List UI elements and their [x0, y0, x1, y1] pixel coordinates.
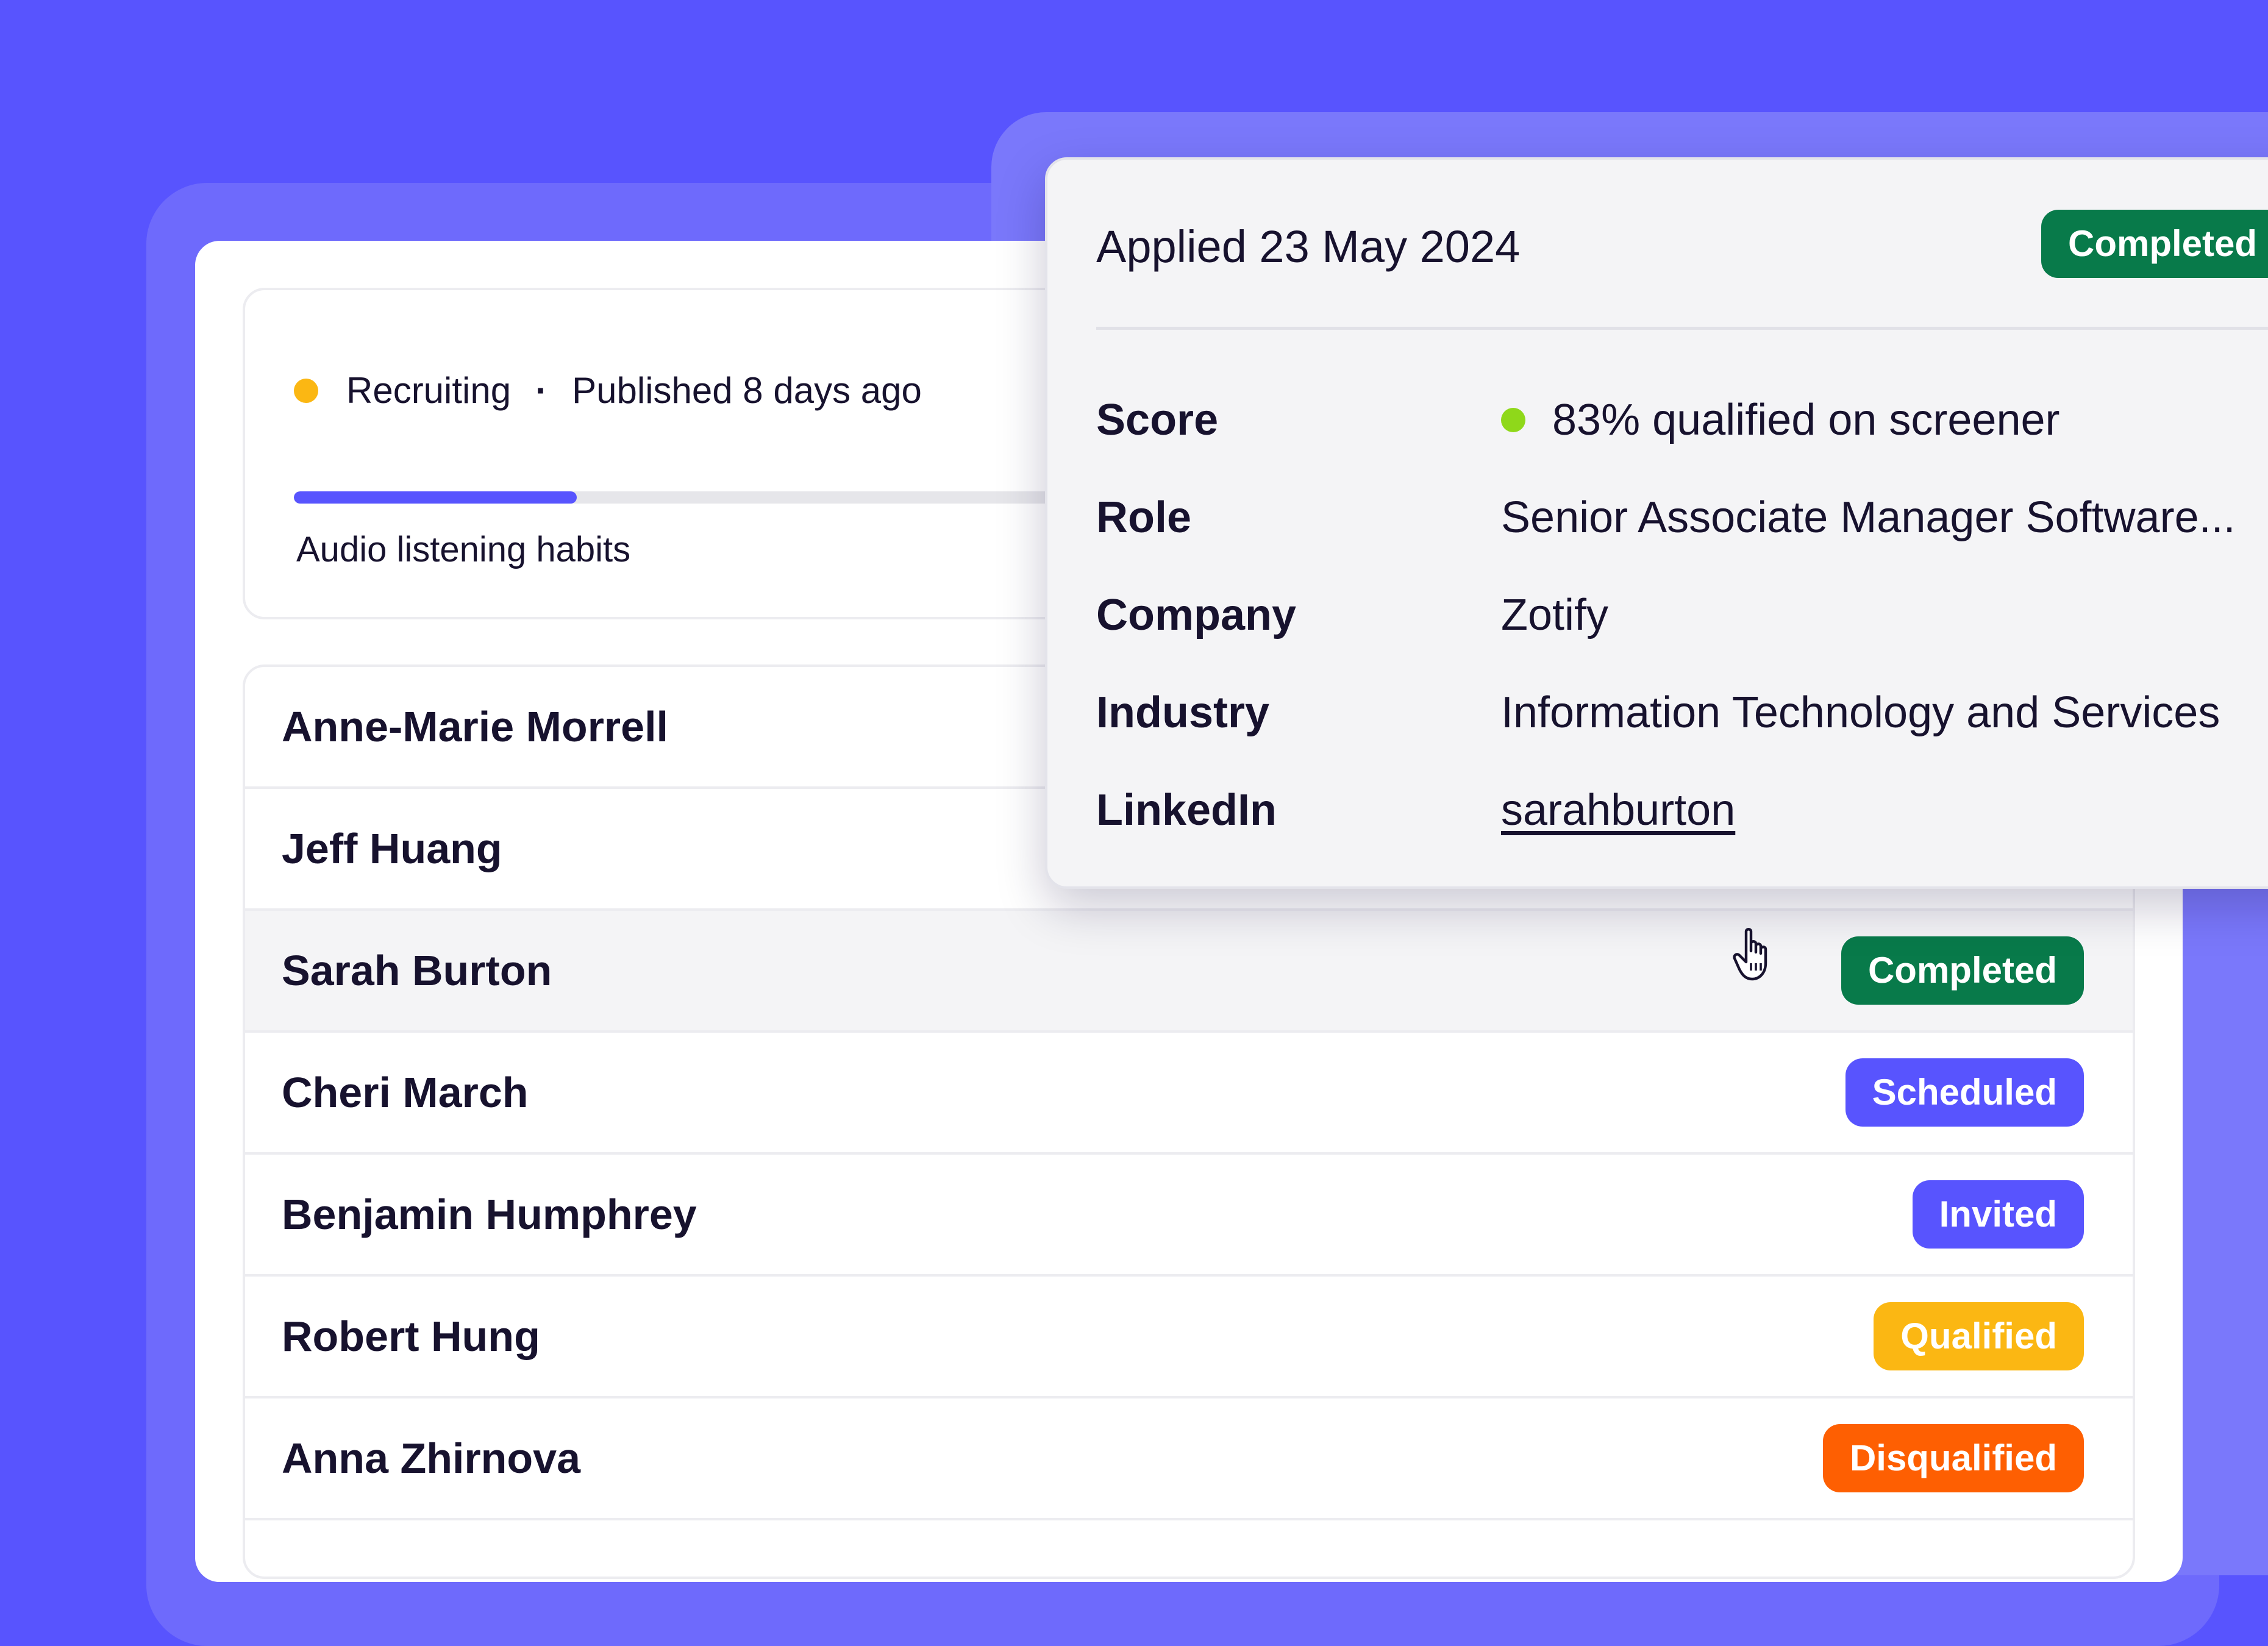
separator: ·	[535, 370, 548, 411]
company-label: Company	[1096, 591, 1297, 640]
status-badge: Completed	[1841, 936, 2084, 1005]
role-value: Senior Associate Manager Software...	[1501, 493, 2236, 542]
score-value-group: 83% qualified on screener	[1501, 395, 2060, 445]
applied-date: Applied 23 May 2024	[1096, 221, 1521, 272]
hand-pointer-icon	[1733, 928, 1767, 981]
industry-label: Industry	[1096, 688, 1270, 737]
detail-row-company: Company Zotify	[1096, 588, 1608, 643]
linkedin-label: LinkedIn	[1096, 786, 1277, 835]
status-badge: Disqualified	[1822, 1424, 2084, 1492]
participant-row[interactable]: Cheri March Scheduled	[245, 1033, 2133, 1155]
status-badge: Completed	[2041, 210, 2268, 278]
participant-name: Anna Zhirnova	[282, 1434, 581, 1482]
participant-row[interactable]: Sarah Burton Completed	[245, 911, 2133, 1033]
detail-row-linkedin: LinkedIn sarahburton	[1096, 783, 1735, 838]
divider	[1096, 327, 2268, 330]
study-status: Recruiting · Published 8 days ago	[294, 369, 922, 412]
participant-name: Robert Hung	[282, 1313, 540, 1360]
participant-name: Benjamin Humphrey	[282, 1191, 697, 1238]
linkedin-link[interactable]: sarahburton	[1501, 785, 1735, 835]
participant-detail-popover: Applied 23 May 2024 Completed Score 83% …	[1045, 157, 2268, 889]
participant-name: Jeff Huang	[282, 825, 502, 872]
status-badge: Scheduled	[1845, 1058, 2084, 1127]
participant-row[interactable]: Benjamin Humphrey Invited	[245, 1155, 2133, 1277]
score-value: 83% qualified on screener	[1552, 396, 2060, 444]
study-status-label: Recruiting	[346, 370, 512, 411]
detail-row-score: Score 83% qualified on screener	[1096, 393, 2060, 447]
status-badge: Invited	[1912, 1180, 2084, 1249]
detail-row-role: Role Senior Associate Manager Software..…	[1096, 490, 2236, 545]
company-value: Zotify	[1501, 591, 1609, 640]
recruiting-status-dot-icon	[294, 378, 318, 403]
status-badge: Qualified	[1874, 1302, 2084, 1370]
participant-name: Cheri March	[282, 1069, 529, 1116]
participant-name: Sarah Burton	[282, 947, 552, 994]
study-progress-fill	[294, 491, 577, 504]
role-label: Role	[1096, 493, 1192, 542]
score-status-dot-icon	[1501, 408, 1525, 432]
industry-value: Information Technology and Services	[1501, 688, 2220, 737]
score-label: Score	[1096, 396, 1219, 444]
published-label: Published 8 days ago	[572, 370, 922, 411]
participant-row[interactable]: Anna Zhirnova Disqualified	[245, 1398, 2133, 1520]
participant-row[interactable]: Robert Hung Qualified	[245, 1277, 2133, 1398]
detail-row-industry: Industry Information Technology and Serv…	[1096, 685, 2220, 740]
participant-name: Anne-Marie Morrell	[282, 703, 668, 750]
study-title: Audio listening habits	[296, 530, 631, 569]
